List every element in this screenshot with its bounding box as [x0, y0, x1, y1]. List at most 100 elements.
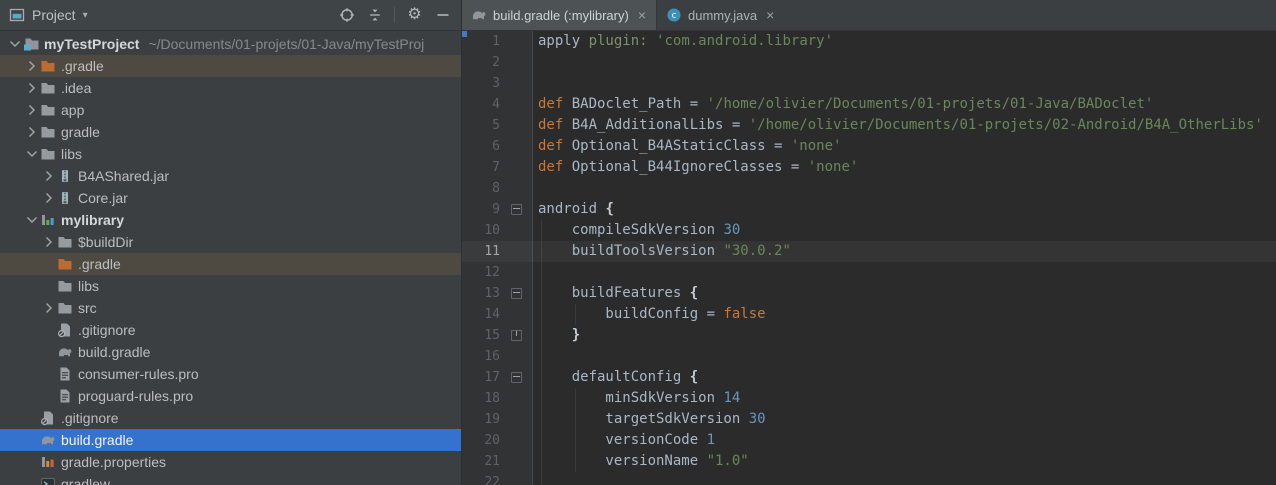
line-gutter[interactable]: 13	[462, 283, 533, 304]
fold-open-icon[interactable]	[511, 372, 522, 383]
code-line[interactable]: 8	[462, 178, 1276, 199]
code-line[interactable]: 16	[462, 346, 1276, 367]
tree-item-libs[interactable]: libs	[0, 275, 461, 297]
code-line[interactable]: 20 versionCode 1	[462, 430, 1276, 451]
code-text[interactable]: defaultConfig {	[533, 367, 1276, 388]
tree-item-src[interactable]: src	[0, 297, 461, 319]
line-gutter[interactable]: 22	[462, 472, 533, 485]
project-panel-title[interactable]: Project	[32, 7, 76, 23]
settings-icon[interactable]: ⚙	[406, 7, 423, 24]
fold-marker-icon[interactable]	[500, 372, 533, 383]
tree-item-gradlew[interactable]: gradlew	[0, 473, 461, 485]
line-gutter[interactable]: 19	[462, 409, 533, 430]
tree-item-gitignore[interactable]: .gitignore	[0, 319, 461, 341]
close-icon[interactable]: ×	[766, 8, 774, 22]
tree-item-gitignore[interactable]: .gitignore	[0, 407, 461, 429]
tree-item-gradle[interactable]: .gradle	[0, 55, 461, 77]
line-gutter[interactable]: 17	[462, 367, 533, 388]
code-text[interactable]: versionCode 1	[533, 430, 1276, 451]
line-gutter[interactable]: 3	[462, 73, 533, 94]
code-line[interactable]: 5 def B4A_AdditionalLibs = '/home/olivier…	[462, 115, 1276, 136]
tree-item-app[interactable]: app	[0, 99, 461, 121]
code-line[interactable]: 7 def Optional_B44IgnoreClasses = 'none'	[462, 157, 1276, 178]
code-line[interactable]: 1 apply plugin: 'com.android.library'	[462, 31, 1276, 52]
line-gutter[interactable]: 4	[462, 94, 533, 115]
locate-icon[interactable]	[338, 7, 355, 24]
code-text[interactable]	[533, 178, 1276, 199]
line-gutter[interactable]: 14	[462, 304, 533, 325]
code-line[interactable]: 3	[462, 73, 1276, 94]
code-text[interactable]: apply plugin: 'com.android.library'	[533, 31, 1276, 52]
chevron-right-icon[interactable]	[40, 190, 57, 206]
code-text[interactable]	[533, 262, 1276, 283]
fold-marker-icon[interactable]	[500, 330, 533, 341]
line-gutter[interactable]: 9	[462, 199, 533, 220]
code-line[interactable]: 2	[462, 52, 1276, 73]
line-gutter[interactable]: 16	[462, 346, 533, 367]
line-gutter[interactable]: 21	[462, 451, 533, 472]
code-text[interactable]: def Optional_B4AStaticClass = 'none'	[533, 136, 1276, 157]
line-gutter[interactable]: 18	[462, 388, 533, 409]
code-text[interactable]: def B4A_AdditionalLibs = '/home/olivier/…	[533, 115, 1276, 136]
hide-icon[interactable]	[434, 7, 451, 24]
tree-item-builddir[interactable]: $buildDir	[0, 231, 461, 253]
tab-build-gradle-mylibrary[interactable]: build.gradle (:mylibrary) ×	[462, 0, 658, 30]
code-text[interactable]: def Optional_B44IgnoreClasses = 'none'	[533, 157, 1276, 178]
tree-item-idea[interactable]: .idea	[0, 77, 461, 99]
chevron-right-icon[interactable]	[23, 80, 40, 96]
code-line[interactable]: 13 buildFeatures {	[462, 283, 1276, 304]
code-line[interactable]: 21 versionName "1.0"	[462, 451, 1276, 472]
tree-item-gradle[interactable]: .gradle	[0, 253, 461, 275]
chevron-down-icon[interactable]	[23, 146, 40, 162]
tree-item-gradle-properties[interactable]: gradle.properties	[0, 451, 461, 473]
code-line[interactable]: 15 }	[462, 325, 1276, 346]
tree-item-proguard-rules-pro[interactable]: proguard-rules.pro	[0, 385, 461, 407]
chevron-down-icon[interactable]	[23, 212, 40, 228]
chevron-down-icon[interactable]: ▾	[83, 10, 88, 21]
fold-open-icon[interactable]	[511, 204, 522, 215]
line-gutter[interactable]: 10	[462, 220, 533, 241]
code-line[interactable]: 9 android {	[462, 199, 1276, 220]
tree-item-mytestproject[interactable]: myTestProject ~/Documents/01-projets/01-J…	[0, 33, 461, 55]
fold-marker-icon[interactable]	[500, 288, 533, 299]
line-gutter[interactable]: 12	[462, 262, 533, 283]
tree-item-consumer-rules-pro[interactable]: consumer-rules.pro	[0, 363, 461, 385]
chevron-right-icon[interactable]	[23, 102, 40, 118]
code-line[interactable]: 11 buildToolsVersion "30.0.2"	[462, 241, 1276, 262]
code-text[interactable]: minSdkVersion 14	[533, 388, 1276, 409]
line-gutter[interactable]: 8	[462, 178, 533, 199]
code-text[interactable]	[533, 52, 1276, 73]
code-text[interactable]	[533, 472, 1276, 485]
tree-item-build-gradle[interactable]: build.gradle	[0, 429, 461, 451]
code-text[interactable]: versionName "1.0"	[533, 451, 1276, 472]
code-text[interactable]: android {	[533, 199, 1276, 220]
collapse-all-icon[interactable]	[366, 7, 383, 24]
chevron-down-icon[interactable]	[6, 36, 23, 52]
code-text[interactable]: targetSdkVersion 30	[533, 409, 1276, 430]
line-gutter[interactable]: 2	[462, 52, 533, 73]
code-text[interactable]: buildFeatures {	[533, 283, 1276, 304]
line-gutter[interactable]: 7	[462, 157, 533, 178]
line-gutter[interactable]: 6	[462, 136, 533, 157]
tree-item-b4ashared-jar[interactable]: B4AShared.jar	[0, 165, 461, 187]
chevron-right-icon[interactable]	[23, 124, 40, 140]
code-text[interactable]: buildToolsVersion "30.0.2"	[533, 241, 1276, 262]
chevron-right-icon[interactable]	[40, 234, 57, 250]
project-tool-window-icon[interactable]	[9, 7, 25, 23]
code-text[interactable]: def BADoclet_Path = '/home/olivier/Docum…	[533, 94, 1276, 115]
code-line[interactable]: 12	[462, 262, 1276, 283]
code-text[interactable]: buildConfig = false	[533, 304, 1276, 325]
code-line[interactable]: 14 buildConfig = false	[462, 304, 1276, 325]
chevron-right-icon[interactable]	[40, 168, 57, 184]
code-line[interactable]: 6 def Optional_B4AStaticClass = 'none'	[462, 136, 1276, 157]
code-text[interactable]: compileSdkVersion 30	[533, 220, 1276, 241]
code-line[interactable]: 10 compileSdkVersion 30	[462, 220, 1276, 241]
tree-item-build-gradle[interactable]: build.gradle	[0, 341, 461, 363]
editor-body[interactable]: 1 apply plugin: 'com.android.library' 2 3 4 d…	[462, 31, 1276, 485]
chevron-right-icon[interactable]	[23, 58, 40, 74]
tree-item-mylibrary[interactable]: mylibrary	[0, 209, 461, 231]
line-gutter[interactable]: 15	[462, 325, 533, 346]
tree-item-gradle[interactable]: gradle	[0, 121, 461, 143]
fold-open-icon[interactable]	[511, 288, 522, 299]
code-line[interactable]: 22	[462, 472, 1276, 485]
